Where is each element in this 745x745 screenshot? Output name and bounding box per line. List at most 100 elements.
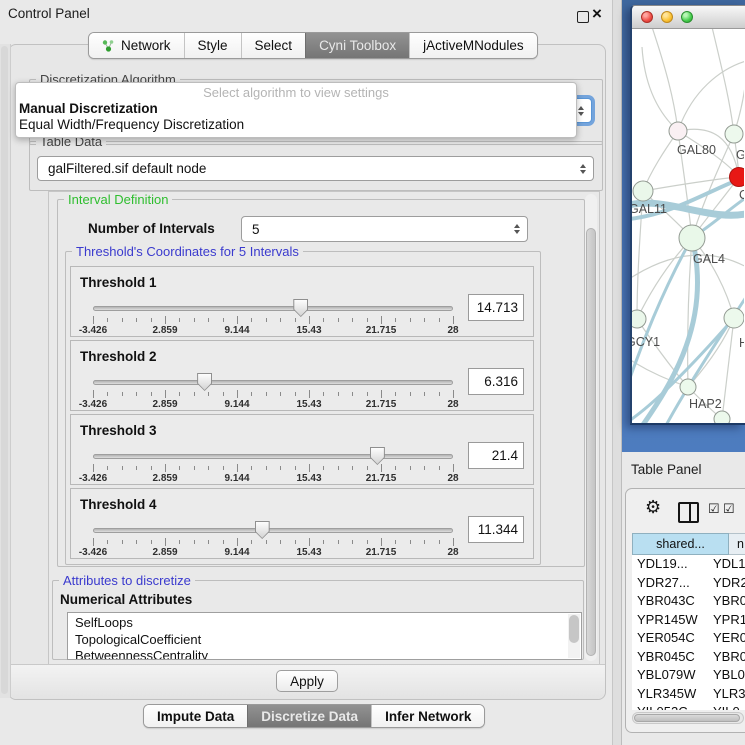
slider-track[interactable] — [93, 306, 453, 311]
table-row[interactable]: YPR145WYPR1 — [632, 611, 745, 630]
network-node-gal4[interactable] — [679, 225, 705, 251]
network-edge[interactable] — [678, 61, 744, 131]
close-button[interactable] — [641, 11, 653, 23]
threshold-value-field[interactable] — [468, 516, 524, 543]
table-header: shared... n — [632, 533, 745, 555]
attribute-item-selfloops[interactable]: SelfLoops — [68, 615, 581, 632]
threshold-panel-1: Threshold 1 -3.4262.8599.14415.4321.71528 — [70, 266, 534, 337]
settings-scrollbar[interactable] — [585, 194, 597, 661]
threshold-label: Threshold 1 — [80, 275, 157, 290]
slider-thumb[interactable] — [255, 521, 270, 539]
tab-cyni-toolbox[interactable]: Cyni Toolbox — [305, 33, 409, 58]
checkbox-icon[interactable]: ☑ — [723, 501, 735, 517]
list-scrollbar[interactable] — [568, 614, 580, 658]
attribute-item-betweennesscentrality[interactable]: BetweennessCentrality — [68, 648, 581, 660]
zoom-button[interactable] — [681, 11, 693, 23]
network-edge[interactable] — [712, 29, 734, 134]
network-edge[interactable] — [632, 255, 744, 279]
table-row[interactable]: YBR045CYBR0 — [632, 648, 745, 667]
slider-track[interactable] — [93, 528, 453, 533]
network-node-h[interactable] — [724, 308, 744, 328]
threshold-value-field[interactable] — [468, 442, 524, 469]
column-header-shared-name[interactable]: shared... — [632, 533, 729, 555]
slider-thumb[interactable] — [293, 299, 308, 317]
table-row[interactable]: YER054CYER0 — [632, 629, 745, 648]
split-pane-divider[interactable] — [612, 0, 622, 745]
network-node-label: H — [739, 336, 744, 350]
network-node-gal80[interactable] — [669, 122, 687, 140]
tick-label: 21.715 — [366, 399, 397, 410]
cell-name: YIL0 — [713, 703, 740, 710]
network-node-ga[interactable] — [725, 125, 743, 143]
numerical-attributes-list[interactable]: SelfLoopsTopologicalCoefficientBetweenne… — [67, 612, 582, 660]
attribute-item-topologicalcoefficient[interactable]: TopologicalCoefficient — [68, 632, 581, 649]
close-icon[interactable]: × — [592, 4, 602, 24]
table-row[interactable]: YIL052CYIL0 — [632, 703, 745, 710]
tab-network[interactable]: Network — [89, 33, 184, 58]
network-edge[interactable] — [734, 65, 744, 134]
apply-bar: Apply — [9, 664, 605, 699]
checkbox-icon[interactable]: ☑ — [708, 501, 720, 517]
control-panel: Control Panel × NetworkStyleSelectCyni T… — [0, 0, 612, 745]
network-canvas[interactable]: GAL80GACGAL11GAL4GCY1HHAP2 — [632, 29, 744, 423]
column-header-name[interactable]: n — [729, 533, 745, 555]
network-node-unlabeled[interactable] — [714, 411, 730, 423]
threshold-slider[interactable]: -3.4262.8599.14415.4321.71528 — [93, 374, 453, 412]
tab-jactivemnodules[interactable]: jActiveMNodules — [409, 33, 537, 58]
float-icon[interactable] — [577, 11, 589, 23]
network-node-gal11[interactable] — [633, 181, 653, 201]
network-node-gcy1[interactable] — [632, 310, 646, 328]
network-edge[interactable] — [642, 47, 678, 131]
table-row[interactable]: YDR27...YDR2 — [632, 574, 745, 593]
slider-track[interactable] — [93, 380, 453, 385]
network-node-c[interactable] — [730, 168, 745, 187]
threshold-slider[interactable]: -3.4262.8599.14415.4321.71528 — [93, 300, 453, 338]
table-row[interactable]: YBL079WYBL0 — [632, 666, 745, 685]
tab-style[interactable]: Style — [184, 33, 241, 58]
slider-thumb[interactable] — [197, 373, 212, 391]
minimize-button[interactable] — [661, 11, 673, 23]
table-row[interactable]: YLR345WYLR3 — [632, 685, 745, 704]
threshold-value-field[interactable] — [468, 294, 524, 321]
apply-button[interactable]: Apply — [276, 670, 338, 692]
slider-ticks — [93, 538, 453, 546]
network-node-label: GA — [736, 148, 744, 162]
tab-select[interactable]: Select — [241, 33, 306, 58]
table-data-combobox[interactable]: galFiltered.sif default node — [37, 156, 594, 181]
tick-label: 28 — [447, 325, 458, 336]
application-window: Control Panel × NetworkStyleSelectCyni T… — [0, 0, 745, 745]
slider-tick-labels: -3.4262.8599.14415.4321.71528 — [93, 325, 453, 337]
slider-track[interactable] — [93, 454, 453, 459]
network-node-label: HAP2 — [689, 397, 722, 411]
tab-label: Style — [198, 38, 228, 53]
algorithm-option-manual-discretization[interactable]: Manual Discretization — [16, 101, 576, 117]
table-row[interactable]: YBR043CYBR0 — [632, 592, 745, 611]
tab-infer-network[interactable]: Infer Network — [371, 705, 484, 727]
cell-shared-name: YDR27... — [637, 574, 690, 593]
cell-shared-name: YBR045C — [637, 648, 695, 667]
network-node-label: GAL11 — [632, 202, 667, 216]
threshold-slider[interactable]: -3.4262.8599.14415.4321.71528 — [93, 522, 453, 560]
gear-icon[interactable]: ⚙ — [645, 497, 661, 518]
split-columns-icon[interactable] — [678, 502, 699, 523]
number-of-intervals-combobox[interactable]: 5 — [241, 216, 528, 242]
thresholds-coordinates-group: Threshold's Coordinates for 5 Intervals … — [65, 251, 541, 565]
network-node-label: GAL80 — [677, 143, 716, 157]
tab-discretize-data[interactable]: Discretize Data — [247, 705, 371, 727]
table-row[interactable]: YDL19...YDL1 — [632, 555, 745, 574]
horizontal-scrollbar[interactable] — [632, 712, 744, 724]
threshold-panel-3: Threshold 3-3.4262.8599.14415.4321.71528 — [70, 414, 534, 485]
cell-name: YDL1 — [713, 555, 745, 574]
slider-thumb[interactable] — [370, 447, 385, 465]
threshold-value-field[interactable] — [468, 368, 524, 395]
algorithm-option-equal-width-frequency-discretization[interactable]: Equal Width/Frequency Discretization — [16, 117, 576, 133]
tab-label: Cyni Toolbox — [319, 38, 396, 53]
tab-content-panel: Discretization Algorithm Table Data galF… — [8, 44, 606, 700]
threshold-slider[interactable]: -3.4262.8599.14415.4321.71528 — [93, 448, 453, 486]
panel-left-scrollbar[interactable] — [0, 44, 11, 698]
cell-shared-name: YBL079W — [637, 666, 696, 685]
threshold-panel-4: Threshold 4-3.4262.8599.14415.4321.71528 — [70, 488, 534, 559]
network-node-hap2[interactable] — [680, 379, 696, 395]
tab-label: Discretize Data — [261, 709, 358, 724]
tab-impute-data[interactable]: Impute Data — [144, 705, 247, 727]
